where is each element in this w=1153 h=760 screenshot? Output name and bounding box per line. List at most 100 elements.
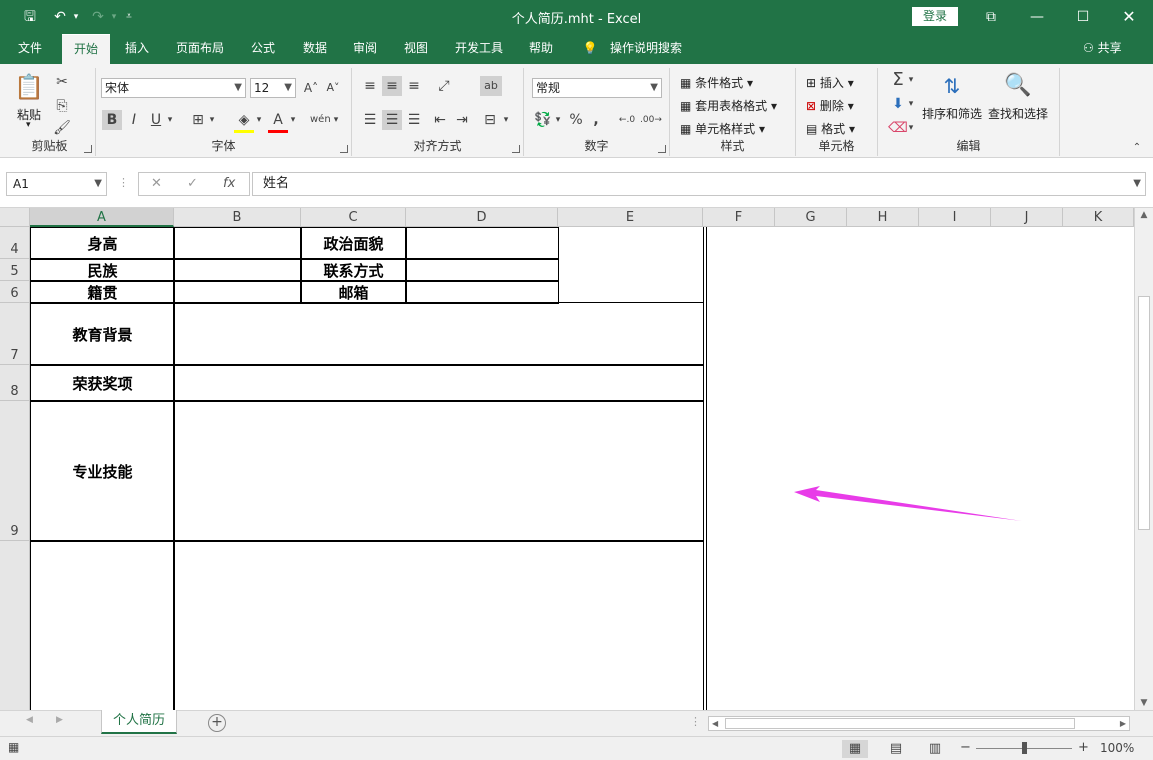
normal-view-icon[interactable]: ▦ [842, 740, 868, 758]
format-as-table-button[interactable]: ▦ 套用表格格式 ▾ [680, 97, 777, 114]
format-cells-button[interactable]: ▤ 格式 ▾ [806, 120, 855, 137]
cell-b10[interactable] [173, 540, 704, 710]
expand-formula-bar-icon[interactable]: ▼ [1133, 173, 1141, 195]
font-launcher-icon[interactable] [340, 145, 348, 153]
row-header-6[interactable]: 6 [0, 281, 30, 303]
align-middle-icon[interactable]: ≡ [382, 76, 402, 96]
column-header-e[interactable]: E [558, 208, 703, 227]
alignment-launcher-icon[interactable] [512, 145, 520, 153]
paste-icon[interactable]: 📋 [14, 72, 44, 102]
cell-a9[interactable]: 专业技能 [30, 400, 175, 542]
login-button[interactable]: 登录 [912, 7, 958, 26]
sheet-tab-resume[interactable]: 个人简历 [101, 710, 177, 734]
tab-insert[interactable]: 插入 [116, 34, 158, 64]
copy-icon[interactable]: ⎘ [52, 96, 72, 116]
font-family-select[interactable]: 宋体 ▼ [101, 78, 246, 98]
autosum-dropdown-icon[interactable]: ▾ [906, 70, 916, 90]
row-header-4[interactable]: 4 [0, 227, 30, 259]
merge-center-icon[interactable]: ⊟ [480, 110, 500, 130]
cell-b5[interactable] [173, 258, 302, 282]
minimize-icon[interactable]: — [1023, 5, 1051, 29]
cell-d4[interactable] [405, 227, 559, 260]
column-header-b[interactable]: B [174, 208, 301, 227]
phonetic-dropdown-icon[interactable]: ▾ [330, 110, 342, 130]
horizontal-scrollbar[interactable]: ◀ ▶ [708, 716, 1130, 731]
clear-dropdown-icon[interactable]: ▾ [906, 118, 916, 138]
tab-data[interactable]: 数据 [294, 34, 336, 64]
accounting-dropdown-icon[interactable]: ▾ [552, 110, 564, 130]
cell-d6[interactable] [405, 280, 559, 304]
find-select-button[interactable]: 查找和选择 [988, 105, 1048, 122]
increase-indent-icon[interactable]: ⇥ [452, 110, 472, 130]
insert-cells-button[interactable]: ⊞ 插入 ▾ [806, 74, 854, 91]
row-header-5[interactable]: 5 [0, 259, 30, 281]
align-right-icon[interactable]: ☰ [404, 110, 424, 130]
cell-a6[interactable]: 籍贯 [30, 280, 175, 304]
insert-function-icon[interactable]: fx [223, 173, 235, 195]
comma-style-icon[interactable]: , [588, 110, 604, 130]
cell-b6[interactable] [173, 280, 302, 304]
cell-a10[interactable] [30, 540, 175, 710]
increase-font-icon[interactable]: A˄ [302, 78, 320, 98]
zoom-slider-knob[interactable] [1022, 742, 1027, 754]
align-top-icon[interactable]: ≡ [360, 76, 380, 96]
row-header-7[interactable]: 7 [0, 303, 30, 365]
delete-cells-button[interactable]: ⊠ 删除 ▾ [806, 97, 854, 114]
column-header-f[interactable]: F [703, 208, 775, 227]
scroll-up-icon[interactable]: ▲ [1135, 210, 1153, 220]
scroll-down-icon[interactable]: ▼ [1135, 698, 1153, 708]
column-header-k[interactable]: K [1063, 208, 1134, 227]
font-color-icon[interactable]: A [268, 110, 288, 133]
select-all-corner[interactable] [0, 208, 30, 227]
align-center-icon[interactable]: ☰ [382, 110, 402, 130]
italic-icon[interactable]: I [124, 110, 144, 130]
add-sheet-icon[interactable]: + [208, 714, 226, 732]
column-header-h[interactable]: H [847, 208, 919, 227]
tab-review[interactable]: 审阅 [344, 34, 386, 64]
column-header-g[interactable]: G [775, 208, 847, 227]
wrap-text-icon[interactable]: ab [480, 76, 502, 96]
row-header-9[interactable]: 9 [0, 401, 30, 541]
row-header-8[interactable]: 8 [0, 365, 30, 401]
decrease-font-icon[interactable]: A˅ [324, 78, 342, 98]
cell-e4-photo[interactable] [557, 227, 704, 304]
cell-b8[interactable] [173, 364, 704, 402]
cell-d5[interactable] [405, 258, 559, 282]
number-format-select[interactable]: 常规 ▼ [532, 78, 662, 98]
font-size-select[interactable]: 12 ▼ [250, 78, 296, 98]
orientation-icon[interactable]: ⤢ [432, 76, 456, 96]
cell-styles-button[interactable]: ▦ 单元格样式 ▾ [680, 120, 765, 137]
accounting-format-icon[interactable]: 💱 [532, 110, 554, 130]
fill-dropdown-icon[interactable]: ▾ [906, 94, 916, 114]
percent-icon[interactable]: % [566, 110, 586, 130]
formula-input[interactable]: 姓名 ▼ [252, 172, 1146, 196]
fill-color-dropdown-icon[interactable]: ▾ [253, 110, 265, 130]
align-left-icon[interactable]: ☰ [360, 110, 380, 130]
cell-b7[interactable] [173, 302, 704, 366]
conditional-formatting-button[interactable]: ▦ 条件格式 ▾ [680, 74, 753, 91]
tab-view[interactable]: 视图 [395, 34, 437, 64]
borders-icon[interactable]: ⊞ [188, 110, 208, 130]
column-header-j[interactable]: J [991, 208, 1063, 227]
tab-splitter-icon[interactable]: ⋮ [690, 715, 701, 728]
font-color-dropdown-icon[interactable]: ▾ [287, 110, 299, 130]
scroll-right-icon[interactable]: ▶ [1120, 717, 1126, 730]
worksheet-grid[interactable]: A B C D E F G H I J K 4 5 6 7 8 9 身高 政治面… [0, 208, 1134, 710]
scroll-left-icon[interactable]: ◀ [712, 717, 718, 730]
horizontal-scroll-thumb[interactable] [725, 718, 1075, 729]
page-layout-view-icon[interactable]: ▤ [883, 740, 909, 758]
fill-color-icon[interactable]: ◈ [234, 110, 254, 133]
cut-icon[interactable]: ✂ [52, 72, 72, 92]
zoom-in-icon[interactable]: + [1078, 740, 1089, 755]
clipboard-launcher-icon[interactable] [84, 145, 92, 153]
align-bottom-icon[interactable]: ≡ [404, 76, 424, 96]
format-painter-icon[interactable]: 🖌 [52, 118, 72, 138]
cell-b9[interactable] [173, 400, 704, 542]
number-launcher-icon[interactable] [658, 145, 666, 153]
find-select-icon[interactable]: 🔍 [1000, 70, 1036, 102]
column-header-d[interactable]: D [406, 208, 558, 227]
cell-a7[interactable]: 教育背景 [30, 302, 175, 366]
vertical-scrollbar[interactable]: ▲ ▼ [1134, 208, 1153, 710]
page-break-view-icon[interactable]: ▥ [922, 740, 948, 758]
merge-dropdown-icon[interactable]: ▾ [500, 110, 512, 130]
